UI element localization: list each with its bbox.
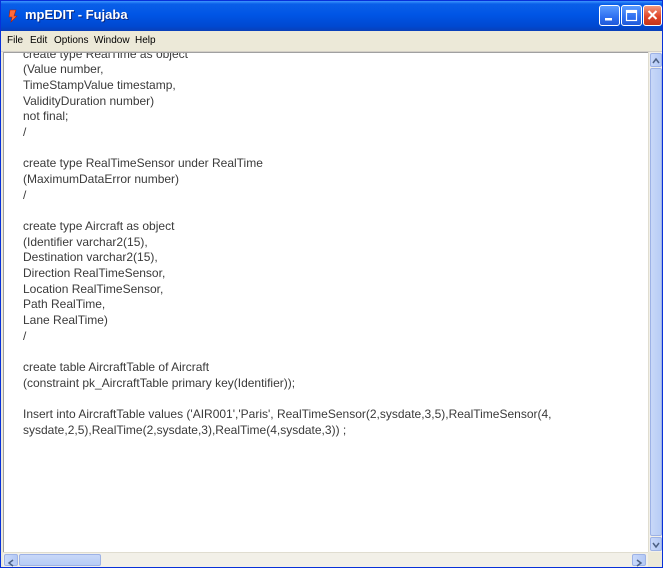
code-line: (constraint pk_AircraftTable primary key… [23,376,296,390]
code-line: Path RealTime, [23,297,106,311]
code-line: create type Aircraft as object [23,219,175,233]
code-line: / [23,125,27,139]
horizontal-scrollbar[interactable] [3,552,648,567]
close-button[interactable] [643,5,662,26]
chevron-left-icon [7,559,14,567]
menu-file[interactable]: File [7,35,23,46]
code-line: (Value number, [23,62,104,76]
minimize-icon [605,18,612,21]
code-line: / [23,188,27,202]
code-line: Lane RealTime) [23,313,108,327]
code-line: create table AircraftTable of Aircraft [23,360,210,374]
menu-options[interactable]: Options [54,35,88,46]
chevron-up-icon [652,57,660,64]
code-line: not final; [23,109,69,123]
code-line: create type RealTimeSensor under RealTim… [23,156,263,170]
menu-window[interactable]: Window [94,35,130,46]
code-line: Direction RealTimeSensor, [23,266,166,280]
minimize-button[interactable] [599,5,620,26]
maximize-icon [625,9,638,22]
menu-bar: File Edit Options Window Help [1,31,662,52]
chevron-down-icon [652,542,660,549]
scroll-down-button[interactable] [650,537,662,551]
window-title: mpEDIT - Fujaba [25,7,128,22]
scroll-left-button[interactable] [4,554,18,567]
code-line: (Identifier varchar2(15), [23,235,148,249]
menu-edit[interactable]: Edit [30,35,47,46]
code-line: (MaximumDataError number) [23,172,180,186]
scroll-right-button[interactable] [632,554,646,567]
code-line: TimeStampValue timestamp, [23,78,176,92]
horizontal-scroll-thumb[interactable] [19,554,101,566]
code-line: Location RealTimeSensor, [23,282,164,296]
title-bar[interactable]: mpEDIT - Fujaba [1,1,662,31]
menu-help[interactable]: Help [135,35,156,46]
code-line: ValidityDuration number) [23,94,155,108]
mpedit-window: mpEDIT - Fujaba File Edit Options Window… [0,0,663,568]
text-editor-area[interactable]: create type RealTime as object (Value nu… [3,52,648,552]
chevron-right-icon [636,559,643,567]
vertical-scrollbar[interactable] [648,52,662,552]
code-line: Destination varchar2(15), [23,250,158,264]
vertical-scroll-thumb[interactable] [650,68,662,536]
app-icon [7,9,19,23]
code-line: Insert into AircraftTable values ('AIR00… [23,407,552,421]
close-icon [647,10,658,20]
code-line: / [23,329,27,343]
scroll-up-button[interactable] [650,53,662,67]
code-line: sysdate,2,5),RealTime(2,sysdate,3),RealT… [23,423,347,437]
scrollbar-corner [648,552,662,567]
maximize-button[interactable] [621,5,642,26]
